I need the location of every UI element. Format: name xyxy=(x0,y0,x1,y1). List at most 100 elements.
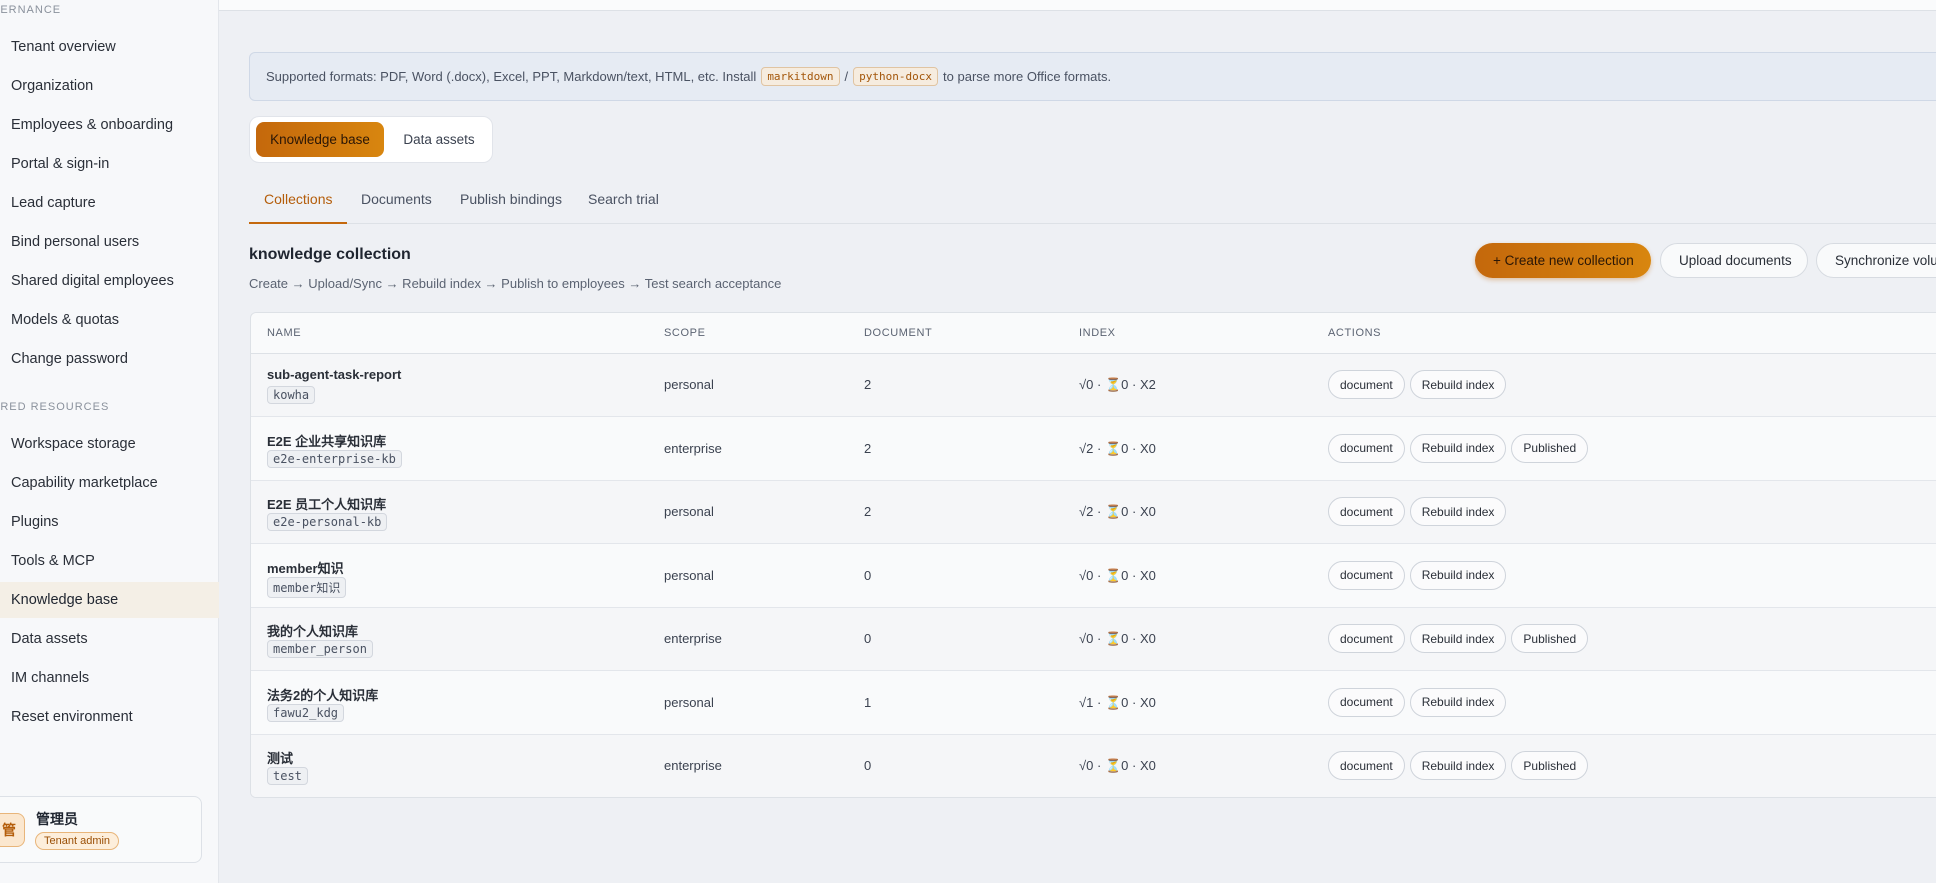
tab-collections[interactable]: Collections xyxy=(249,191,348,224)
collection-name[interactable]: 测试 xyxy=(267,748,293,767)
sidebar-item-employees-onboarding[interactable]: Employees & onboarding xyxy=(0,107,219,143)
sidebar-item-reset-environment[interactable]: Reset environment xyxy=(0,699,219,735)
collection-slug: fawu2_kdg xyxy=(267,703,345,722)
table-row[interactable]: E2E 员工个人知识库 e2e-personal-kb personal 2 √2 · … xyxy=(251,481,1936,544)
dot-separator: · xyxy=(1132,567,1137,583)
table-row[interactable]: sub-agent-task-report kowha personal 2 √0 · … xyxy=(251,354,1936,417)
header-index: INDEX xyxy=(1079,327,1116,339)
index-status: √0 · ⏳0 · X0 xyxy=(1079,568,1156,584)
table-row[interactable]: 法务2的个人知识库 fawu2_kdg personal 1 √1 · ⏳0 · X0 d… xyxy=(251,672,1936,735)
rebuild-index-button[interactable]: Rebuild index xyxy=(1409,687,1507,717)
user-card[interactable]: 管 管理员 Tenant admin xyxy=(0,796,202,863)
hourglass-icon: ⏳ xyxy=(1104,694,1122,710)
dot-separator: · xyxy=(1097,567,1102,583)
sidebar-item-organization[interactable]: Organization xyxy=(0,68,219,104)
collection-document-count: 2 xyxy=(864,504,872,519)
sidebar-item-data-assets[interactable]: Data assets xyxy=(0,621,219,657)
collection-name[interactable]: E2E 员工个人知识库 xyxy=(267,494,386,513)
document-button[interactable]: document xyxy=(1328,433,1405,463)
dot-separator: · xyxy=(1132,694,1137,710)
dot-separator: · xyxy=(1132,377,1137,392)
collection-name[interactable]: E2E 企业共享知识库 xyxy=(267,431,386,450)
rebuild-index-button[interactable]: Rebuild index xyxy=(1409,370,1507,399)
collection-slug: member知识 xyxy=(267,576,347,598)
user-role-badge: Tenant admin xyxy=(35,832,120,850)
avatar: 管 xyxy=(0,813,25,847)
sidebar-item-lead-capture[interactable]: Lead capture xyxy=(0,185,219,221)
rebuild-index-button[interactable]: Rebuild index xyxy=(1409,433,1507,463)
create-collection-button[interactable]: + Create new collection xyxy=(1475,243,1651,278)
page-title: knowledge collection xyxy=(249,246,411,263)
rebuild-index-button[interactable]: Rebuild index xyxy=(1409,751,1507,780)
mode-switch: Knowledge base Data assets xyxy=(249,116,493,163)
sidebar-item-capability-marketplace[interactable]: Capability marketplace xyxy=(0,465,219,501)
cross-icon: X xyxy=(1139,758,1149,773)
sidebar-item-portal-sign-in[interactable]: Portal & sign-in xyxy=(0,146,219,182)
published-button[interactable]: Published xyxy=(1511,433,1589,463)
collection-name[interactable]: 法务2的个人知识库 xyxy=(267,685,378,704)
hourglass-icon: ⏳ xyxy=(1104,377,1122,392)
sidebar-item-knowledge-base[interactable]: Knowledge base xyxy=(0,582,219,618)
sidebar-item-workspace-storage[interactable]: Workspace storage xyxy=(0,426,219,462)
index-failed-count: 0 xyxy=(1148,758,1156,773)
index-ok-count: 0 xyxy=(1086,567,1094,583)
dot-separator: · xyxy=(1132,631,1137,646)
cross-icon: X xyxy=(1139,504,1149,519)
document-button[interactable]: document xyxy=(1328,687,1405,717)
table-row[interactable]: 我的个人知识库 member_person enterprise 0 √0 · ⏳0 ·… xyxy=(251,608,1936,671)
dot-separator: · xyxy=(1132,758,1137,773)
document-button[interactable]: document xyxy=(1328,497,1405,526)
collection-scope: enterprise xyxy=(664,758,722,773)
notice-text-after: to parse more Office formats. xyxy=(943,69,1112,84)
table-row[interactable]: E2E 企业共享知识库 e2e-enterprise-kb enterprise 2 √… xyxy=(251,418,1936,481)
collection-name[interactable]: 我的个人知识库 xyxy=(267,621,358,640)
hourglass-icon: ⏳ xyxy=(1104,504,1122,519)
rebuild-index-button[interactable]: Rebuild index xyxy=(1409,624,1507,653)
collection-document-count: 0 xyxy=(864,758,872,773)
published-button[interactable]: Published xyxy=(1511,624,1589,653)
index-failed-count: 0 xyxy=(1148,440,1156,456)
upload-documents-button[interactable]: Upload documents xyxy=(1660,243,1808,278)
rebuild-index-button[interactable]: Rebuild index xyxy=(1409,560,1507,590)
row-actions: document Rebuild index xyxy=(1328,687,1507,717)
sidebar-item-models-quotas[interactable]: Models & quotas xyxy=(0,302,219,338)
collection-name[interactable]: member知识 xyxy=(267,558,344,577)
index-status: √1 · ⏳0 · X0 xyxy=(1079,695,1156,711)
document-button[interactable]: document xyxy=(1328,624,1405,653)
sidebar-item-im-channels[interactable]: IM channels xyxy=(0,660,219,696)
document-button[interactable]: document xyxy=(1328,560,1405,590)
sidebar-section-governance: VERNANCE xyxy=(0,4,62,16)
hourglass-icon: ⏳ xyxy=(1104,758,1122,773)
sidebar-item-bind-personal-users[interactable]: Bind personal users xyxy=(0,224,219,260)
tab-publish-bindings[interactable]: Publish bindings xyxy=(445,191,577,224)
dot-separator: · xyxy=(1132,440,1137,456)
segment-data-assets[interactable]: Data assets xyxy=(390,122,488,157)
tab-documents[interactable]: Documents xyxy=(346,191,447,224)
index-ok-count: 2 xyxy=(1086,440,1094,456)
synchronize-volume-button[interactable]: Synchronize volume xyxy=(1816,243,1936,278)
published-button[interactable]: Published xyxy=(1511,751,1589,780)
header-name: NAME xyxy=(267,327,302,339)
document-button[interactable]: document xyxy=(1328,370,1405,399)
sidebar-item-shared-digital-employees[interactable]: Shared digital employees xyxy=(0,263,219,299)
cross-icon: X xyxy=(1139,631,1149,646)
sidebar-item-plugins[interactable]: Plugins xyxy=(0,504,219,540)
segment-knowledge-base[interactable]: Knowledge base xyxy=(256,122,384,157)
tab-search-trial[interactable]: Search trial xyxy=(573,191,674,224)
index-pending-count: 0 xyxy=(1121,631,1129,646)
collection-document-count: 2 xyxy=(864,440,872,456)
sidebar: VERNANCE Tenant overviewOrganizationEmpl… xyxy=(0,0,219,883)
table-row[interactable]: member知识 member知识 personal 0 √0 · ⏳0 · X0 doc… xyxy=(251,545,1936,608)
collection-scope: personal xyxy=(664,694,714,710)
sidebar-item-tools-mcp[interactable]: Tools & MCP xyxy=(0,543,219,579)
row-actions: document Rebuild index Published xyxy=(1328,624,1589,653)
sidebar-item-tenant-overview[interactable]: Tenant overview xyxy=(0,29,219,65)
table-row[interactable]: 测试 test enterprise 0 √0 · ⏳0 · X0 document Reb… xyxy=(251,735,1936,797)
index-ok-count: 0 xyxy=(1086,377,1094,392)
document-button[interactable]: document xyxy=(1328,751,1405,780)
top-bar xyxy=(219,0,1936,11)
collection-name[interactable]: sub-agent-task-report xyxy=(267,367,401,382)
sidebar-item-change-password[interactable]: Change password xyxy=(0,341,219,377)
rebuild-index-button[interactable]: Rebuild index xyxy=(1409,497,1507,526)
index-failed-count: 2 xyxy=(1148,377,1156,392)
